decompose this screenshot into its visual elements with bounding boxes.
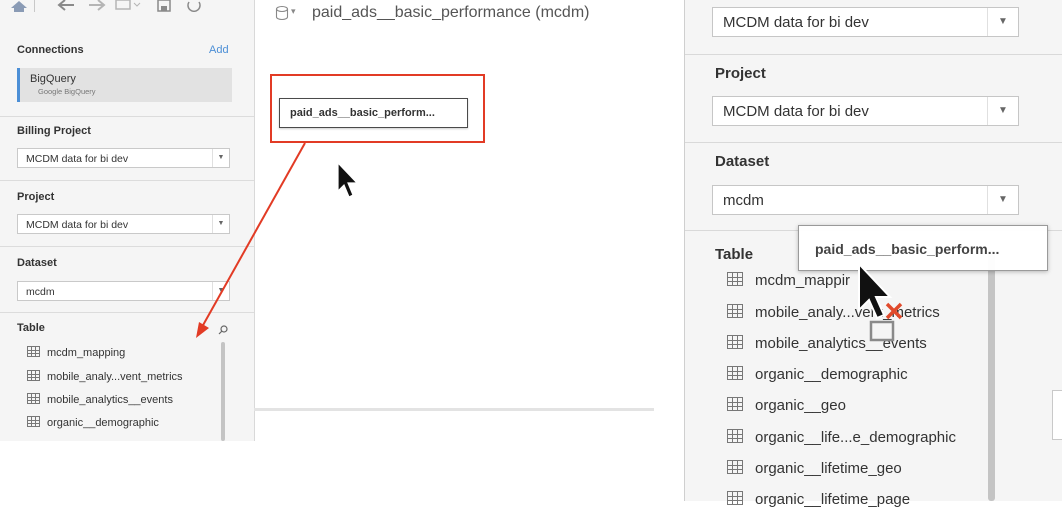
table-name: organic__life...e_demographic <box>755 429 956 446</box>
table-icon <box>727 304 743 318</box>
section-divider <box>685 142 1062 143</box>
mouse-cursor-icon <box>337 161 359 198</box>
project-value: MCDM data for bi dev <box>723 103 869 120</box>
table-icon <box>727 272 743 286</box>
dragging-table-card-label: paid_ads__basic_perform... <box>815 241 1000 257</box>
project-title: Project <box>715 65 766 82</box>
table-icon <box>727 491 743 505</box>
table-name: organic__demographic <box>755 366 908 383</box>
table-list-scrollbar[interactable] <box>988 250 995 501</box>
project-select[interactable]: MCDM data for bi dev ▼ <box>712 96 1019 126</box>
table-list-item[interactable]: organic__demographic <box>727 366 908 390</box>
dataset-title: Dataset <box>715 153 770 170</box>
table-icon <box>727 429 743 443</box>
mouse-cursor-icon <box>858 261 893 320</box>
table-list-item[interactable]: organic__lifetime_geo <box>727 460 902 484</box>
billing-project-select[interactable]: MCDM data for bi dev ▼ <box>712 7 1019 37</box>
chevron-down-icon: ▼ <box>987 97 1018 125</box>
annotation-arrowhead <box>196 322 209 338</box>
annotation-arrow-line <box>201 142 306 328</box>
chevron-down-icon: ▼ <box>987 186 1018 214</box>
section-divider <box>685 54 1062 55</box>
drag-target-icon <box>869 320 895 342</box>
zoomed-sidebar-panel: MCDM data for bi dev ▼ Project MCDM data… <box>684 0 1062 508</box>
canvas-fragment <box>1052 390 1062 440</box>
table-icon <box>727 366 743 380</box>
table-title: Table <box>715 246 754 263</box>
annotation-overlay <box>196 142 359 338</box>
drag-overlay <box>858 261 903 342</box>
billing-project-value: MCDM data for bi dev <box>723 14 869 31</box>
table-list-item[interactable]: organic__lifetime_page <box>727 491 910 515</box>
table-icon <box>727 397 743 411</box>
table-list-item[interactable]: organic__life...e_demographic <box>727 429 956 453</box>
table-icon <box>727 460 743 474</box>
remove-x-icon <box>885 302 903 320</box>
table-name: mcdm_mappir <box>755 272 851 289</box>
table-list-item[interactable]: mcdm_mappir <box>727 272 850 296</box>
dataset-value: mcdm <box>723 192 764 209</box>
dataset-select[interactable]: mcdm ▼ <box>712 185 1019 215</box>
table-list-item[interactable]: organic__geo <box>727 397 846 421</box>
chevron-down-icon: ▼ <box>987 8 1018 36</box>
table-name: organic__geo <box>755 397 846 414</box>
table-name: organic__lifetime_page <box>755 491 911 508</box>
table-name: organic__lifetime_geo <box>755 460 902 477</box>
table-icon <box>727 335 743 349</box>
